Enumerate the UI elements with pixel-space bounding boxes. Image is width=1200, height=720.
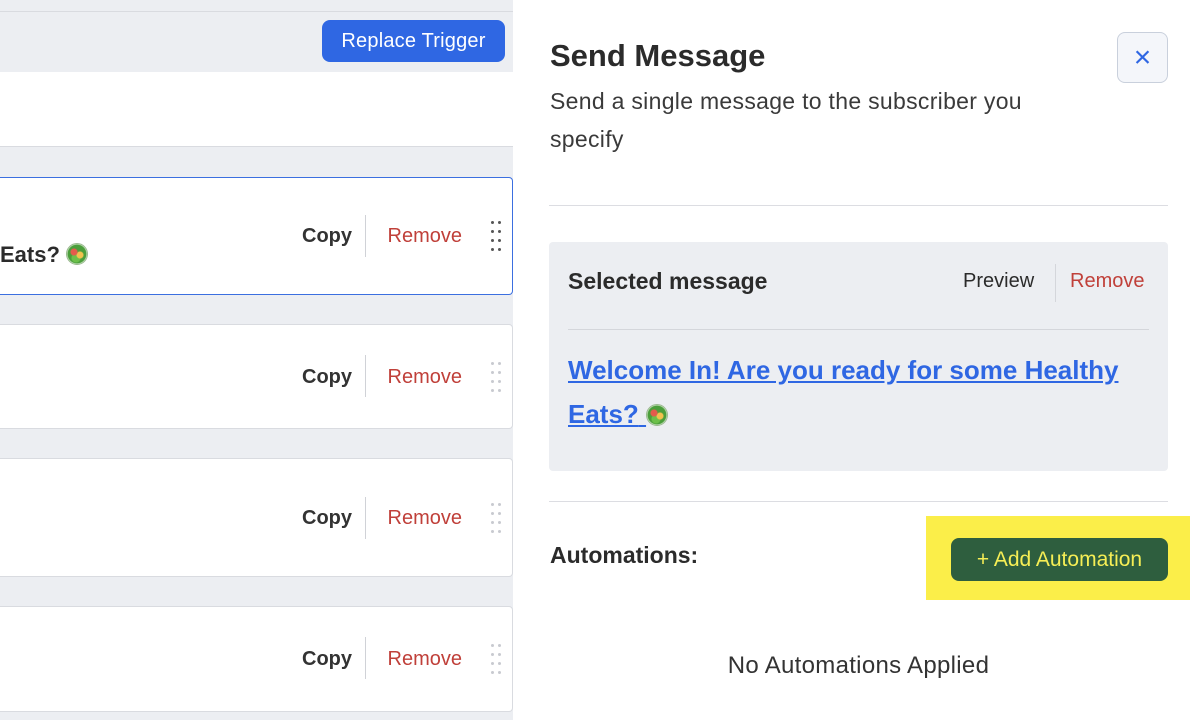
selected-message-card: Selected message Preview Remove Welcome … xyxy=(549,242,1168,471)
remove-step-button[interactable]: Remove xyxy=(388,507,462,530)
step-message-title: Eats? xyxy=(0,242,89,268)
selected-message-label: Selected message xyxy=(568,268,768,294)
action-separator xyxy=(365,355,366,397)
section-divider xyxy=(549,205,1168,206)
copy-step-button[interactable]: Copy xyxy=(302,507,352,530)
card-divider xyxy=(568,329,1149,330)
add-automation-button[interactable]: + Add Automation xyxy=(951,538,1168,581)
flow-step[interactable]: Copy Remove xyxy=(0,324,513,429)
drag-handle-icon[interactable] xyxy=(489,503,503,533)
action-separator xyxy=(365,497,366,539)
replace-trigger-button[interactable]: Replace Trigger xyxy=(322,20,505,62)
flow-builder-panel: Replace Trigger Eats? Copy Remove Copy R… xyxy=(0,0,513,720)
trigger-card[interactable] xyxy=(0,72,513,147)
salad-emoji-icon xyxy=(66,243,89,265)
action-separator xyxy=(365,215,366,257)
automations-label: Automations: xyxy=(550,542,699,568)
preview-button[interactable]: Preview xyxy=(963,270,1034,293)
salad-emoji-icon xyxy=(646,404,669,426)
remove-step-button[interactable]: Remove xyxy=(388,366,462,389)
drag-handle-icon[interactable] xyxy=(489,644,503,674)
flow-step[interactable]: Copy Remove xyxy=(0,606,513,712)
top-divider xyxy=(0,11,513,12)
section-divider xyxy=(549,501,1168,502)
copy-step-button[interactable]: Copy xyxy=(302,225,352,248)
action-separator xyxy=(1055,264,1056,302)
copy-step-button[interactable]: Copy xyxy=(302,648,352,671)
no-automations-text: No Automations Applied xyxy=(727,652,990,679)
action-separator xyxy=(365,637,366,679)
selected-message-link[interactable]: Welcome In! Are you ready for some Healt… xyxy=(568,348,1128,436)
close-icon[interactable]: × xyxy=(1117,32,1168,83)
remove-step-button[interactable]: Remove xyxy=(388,225,462,248)
send-message-drawer: Send Message Send a single message to th… xyxy=(513,0,1200,720)
drag-handle-icon[interactable] xyxy=(489,221,503,251)
remove-step-button[interactable]: Remove xyxy=(388,648,462,671)
flow-step[interactable]: Copy Remove xyxy=(0,458,513,577)
drawer-subtitle: Send a single message to the subscriber … xyxy=(550,88,1022,152)
flow-step-selected[interactable]: Eats? Copy Remove xyxy=(0,177,513,295)
drag-handle-icon[interactable] xyxy=(489,362,503,392)
remove-message-button[interactable]: Remove xyxy=(1070,270,1144,293)
copy-step-button[interactable]: Copy xyxy=(302,366,352,389)
drawer-title: Send Message xyxy=(550,38,766,73)
